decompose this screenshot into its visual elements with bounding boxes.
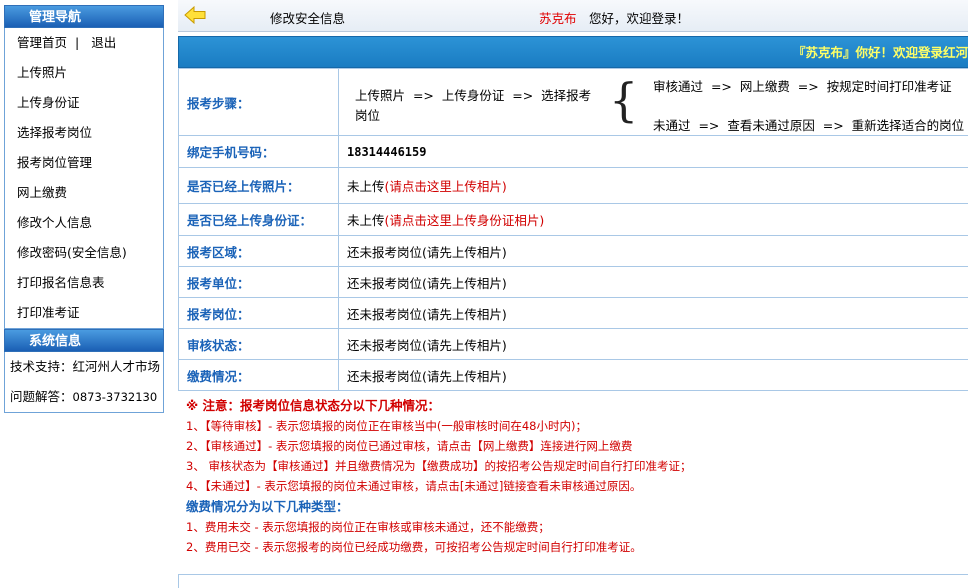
fee-label: 缴费情况：: [178, 359, 339, 391]
steps-fail-path: 未通过 => 查看未通过原因 => 重新选择适合的岗位: [653, 118, 965, 133]
table-row: 报考岗位： 还未报考岗位(请先上传相片): [178, 297, 968, 329]
phone-value: 18314446159: [347, 145, 427, 159]
top-bar: 修改安全信息 苏克布 您好，欢迎登录！: [178, 0, 968, 32]
table-row: 绑定手机号码： 18314446159: [178, 135, 968, 168]
nav-separator: |: [75, 35, 80, 50]
note-line: 4、【未通过】- 表示您填报的岗位未通过审核，请点击[未通过]链接查看未审核通过…: [186, 479, 642, 493]
fee-note-line: 1、费用未交 - 表示您填报的岗位正在审核或审核未通过，还不能缴费；: [186, 520, 550, 534]
sidebar-item-upload-id[interactable]: 上传身份证: [5, 88, 163, 118]
main-content: 『苏克布』你好！欢迎登录红河 报考步骤： 上传照片 => 上传身份证 => 选择…: [178, 36, 968, 557]
steps-pass-path: 审核通过 => 网上缴费 => 按规定时间打印准考证: [653, 79, 952, 94]
sidebar-item-manage-post[interactable]: 报考岗位管理: [5, 148, 163, 178]
notes: ※ 注意：报考岗位信息状态分以下几种情况： 1、【等待审核】- 表示您填报的岗位…: [178, 391, 968, 557]
steps-left-line1: 上传照片 => 上传身份证 => 选择报考: [355, 88, 592, 103]
note-line: 2、【审核通过】- 表示您填报的岗位已通过审核，请点击【网上缴费】连接进行网上缴…: [186, 439, 633, 453]
sidebar-item-print-form[interactable]: 打印报名信息表: [5, 268, 163, 298]
upload-id-link[interactable]: (请点击这里上传身份证相片): [385, 213, 545, 228]
table-row: 报考步骤： 上传照片 => 上传身份证 => 选择报考 岗位 { 审核通过 =>…: [178, 68, 968, 136]
helpline-label: 问题解答：: [10, 389, 73, 404]
unit-label: 报考单位：: [178, 266, 339, 298]
id-status: 未上传: [347, 213, 385, 228]
table-row: 是否已经上传照片： 未上传(请点击这里上传相片): [178, 167, 968, 204]
home-link[interactable]: 管理首页: [17, 35, 67, 50]
welcome-banner: 『苏克布』你好！欢迎登录红河: [178, 36, 968, 68]
welcome-text: 您好，欢迎登录！: [589, 11, 690, 26]
table-row: 审核状态： 还未报考岗位(请先上传相片): [178, 328, 968, 360]
system-info-title: 系统信息: [4, 329, 164, 352]
photo-status: 未上传: [347, 179, 385, 194]
phone-cell: 18314446159: [338, 135, 968, 168]
fee-notes-heading: 缴费情况分为以下几种类型：: [186, 499, 349, 514]
system-info-box: 技术支持：红河州人才市场 问题解答：0873-3732130: [4, 352, 164, 413]
table-row: 报考区域： 还未报考岗位(请先上传相片): [178, 235, 968, 267]
nav-title: 管理导航: [4, 5, 164, 28]
note-line: 1、【等待审核】- 表示您填报的岗位正在审核当中(一般审核时间在48小时内)；: [186, 419, 587, 433]
helpline-number: 0873-3732130: [72, 390, 158, 404]
steps-left-line2: 岗位: [355, 108, 381, 123]
sidebar-item-select-post[interactable]: 选择报考岗位: [5, 118, 163, 148]
area-value: 还未报考岗位(请先上传相片): [338, 235, 968, 267]
sidebar-item-upload-photo[interactable]: 上传照片: [5, 58, 163, 88]
nav-row-home: 管理首页 | 退出: [5, 28, 163, 58]
note-line: 3、 审核状态为【审核通过】并且缴费情况为【缴费成功】的按招考公告规定时间自行打…: [186, 459, 692, 473]
brace-icon: {: [609, 73, 639, 127]
fee-value: 还未报考岗位(请先上传相片): [338, 359, 968, 391]
sidebar-item-change-password[interactable]: 修改密码(安全信息): [5, 238, 163, 268]
sidebar-item-edit-profile[interactable]: 修改个人信息: [5, 208, 163, 238]
info-table: 报考步骤： 上传照片 => 上传身份证 => 选择报考 岗位 { 审核通过 =>…: [178, 68, 968, 391]
bottom-frame-edge: [178, 574, 968, 588]
helpline: 问题解答：0873-3732130: [5, 382, 163, 412]
audit-value: 还未报考岗位(请先上传相片): [338, 328, 968, 360]
photo-cell: 未上传(请点击这里上传相片): [338, 167, 968, 204]
page-title: 修改安全信息: [270, 11, 346, 26]
sidebar-item-online-payment[interactable]: 网上缴费: [5, 178, 163, 208]
post-value: 还未报考岗位(请先上传相片): [338, 297, 968, 329]
area-label: 报考区域：: [178, 235, 339, 267]
notes-heading: ※ 注意：报考岗位信息状态分以下几种情况：: [186, 398, 441, 413]
id-label: 是否已经上传身份证：: [178, 203, 339, 236]
upload-photo-link[interactable]: (请点击这里上传相片): [385, 179, 507, 194]
user-name: 苏克布: [539, 11, 577, 26]
steps-cell: 上传照片 => 上传身份证 => 选择报考 岗位 { 审核通过 => 网上缴费 …: [338, 68, 968, 136]
phone-label: 绑定手机号码：: [178, 135, 339, 168]
table-row: 报考单位： 还未报考岗位(请先上传相片): [178, 266, 968, 298]
table-row: 缴费情况： 还未报考岗位(请先上传相片): [178, 359, 968, 391]
steps-label: 报考步骤：: [178, 68, 339, 136]
post-label: 报考岗位：: [178, 297, 339, 329]
table-row: 是否已经上传身份证： 未上传(请点击这里上传身份证相片): [178, 203, 968, 236]
fee-note-line: 2、费用已交 - 表示您报考的岗位已经成功缴费，可按招考公告规定时间自行打印准考…: [186, 540, 642, 554]
photo-label: 是否已经上传照片：: [178, 167, 339, 204]
left-arrow-icon[interactable]: [184, 5, 206, 25]
id-cell: 未上传(请点击这里上传身份证相片): [338, 203, 968, 236]
unit-value: 还未报考岗位(请先上传相片): [338, 266, 968, 298]
steps-left: 上传照片 => 上传身份证 => 选择报考 岗位: [355, 86, 595, 126]
sidebar-item-print-ticket[interactable]: 打印准考证: [5, 298, 163, 328]
audit-label: 审核状态：: [178, 328, 339, 360]
tech-support: 技术支持：红河州人才市场: [10, 359, 161, 374]
sidebar: 管理导航 管理首页 | 退出 上传照片 上传身份证 选择报考岗位 报考岗位管理 网上…: [4, 5, 164, 413]
logout-link[interactable]: 退出: [91, 35, 116, 50]
nav-menu: 管理首页 | 退出 上传照片 上传身份证 选择报考岗位 报考岗位管理 网上缴费 修改…: [4, 28, 164, 329]
